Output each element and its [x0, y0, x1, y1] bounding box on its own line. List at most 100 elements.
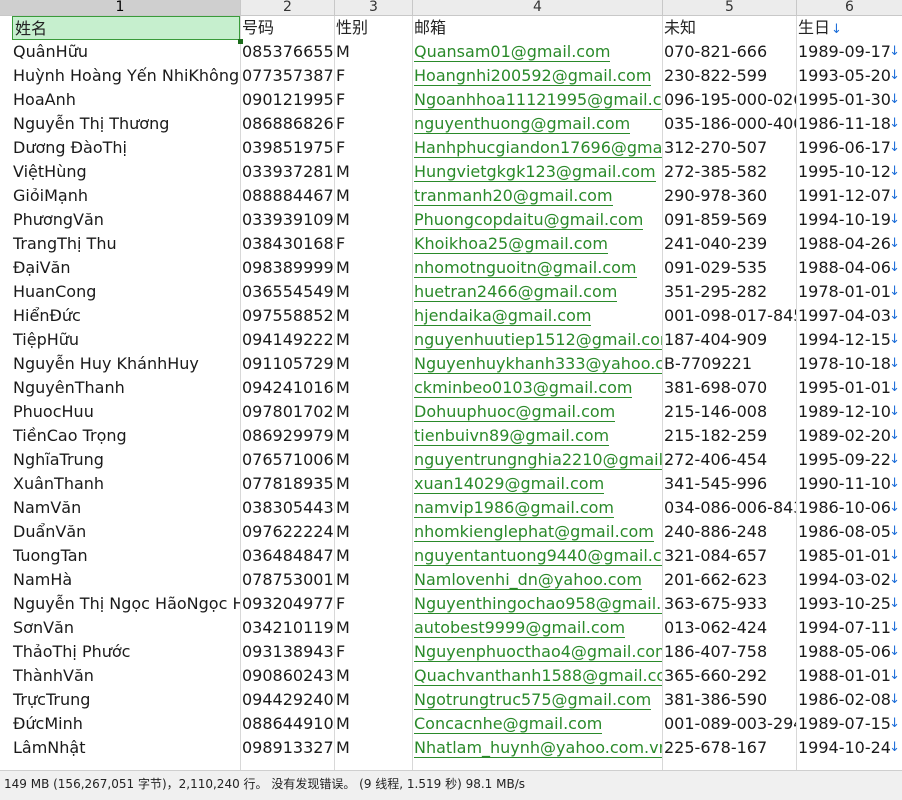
- cell-birthday[interactable]: 1986-08-05 ↓: [797, 520, 902, 544]
- email-link[interactable]: hjendaika@gmail.com: [414, 306, 592, 326]
- cell-email[interactable]: Nhatlam_huynh@yahoo.com.vn: [413, 736, 662, 760]
- cell-gender[interactable]: M: [335, 352, 412, 376]
- cell-gender[interactable]: M: [335, 736, 412, 760]
- cell-name[interactable]: HuanCong: [12, 280, 240, 304]
- cell-email[interactable]: nguyenthuong@gmail.com: [413, 112, 662, 136]
- email-link[interactable]: nguyenhuutiep1512@gmail.com: [414, 330, 662, 350]
- email-link[interactable]: huetran2466@gmail.com: [414, 282, 618, 302]
- header-cell-name[interactable]: 姓名: [12, 16, 240, 40]
- cell-phone[interactable]: 0364848470: [241, 544, 334, 568]
- cell-name[interactable]: NguyênThanh: [12, 376, 240, 400]
- cell-email[interactable]: Hanhphucgiandon17696@gmail.com: [413, 136, 662, 160]
- cell-birthday[interactable]: 1988-01-01 ↓: [797, 664, 902, 688]
- cell-phone[interactable]: 0868868262: [241, 112, 334, 136]
- email-link[interactable]: Hanhphucgiandon17696@gmail.com: [414, 138, 662, 158]
- cell-gender[interactable]: F: [335, 640, 412, 664]
- cell-email[interactable]: hjendaika@gmail.com: [413, 304, 662, 328]
- cell-name[interactable]: NamHà: [12, 568, 240, 592]
- cell-gender[interactable]: M: [335, 328, 412, 352]
- cell-gender[interactable]: M: [335, 496, 412, 520]
- cell-unknown[interactable]: 365-660-292: [663, 664, 796, 688]
- cell-gender[interactable]: M: [335, 208, 412, 232]
- email-link[interactable]: ckminbeo0103@gmail.com: [414, 378, 633, 398]
- column-number-5[interactable]: 5: [663, 0, 797, 15]
- cell-phone[interactable]: 0342101192: [241, 616, 334, 640]
- cell-email[interactable]: Khoikhoa25@gmail.com: [413, 232, 662, 256]
- cell-unknown[interactable]: 096-195-000-026: [663, 88, 796, 112]
- email-link[interactable]: nhomkienglephat@gmail.com: [414, 522, 654, 542]
- email-link[interactable]: Dohuuphuoc@gmail.com: [414, 402, 616, 422]
- column-number-3[interactable]: 3: [335, 0, 413, 15]
- cell-email[interactable]: huetran2466@gmail.com: [413, 280, 662, 304]
- cell-birthday[interactable]: 1997-04-03 ↓: [797, 304, 902, 328]
- cell-phone[interactable]: 0942410160: [241, 376, 334, 400]
- cell-gender[interactable]: M: [335, 256, 412, 280]
- cell-name[interactable]: NamVăn: [12, 496, 240, 520]
- cell-phone[interactable]: 0778189353: [241, 472, 334, 496]
- email-link[interactable]: autobest9999@gmail.com: [414, 618, 626, 638]
- email-link[interactable]: Concacnhe@gmail.com: [414, 714, 603, 734]
- email-link[interactable]: Khoikhoa25@gmail.com: [414, 234, 608, 254]
- email-link[interactable]: Quachvanthanh1588@gmail.com: [414, 666, 662, 686]
- email-link[interactable]: nguyentrungnghia2210@gmail.com: [414, 450, 662, 470]
- fill-handle[interactable]: [238, 39, 243, 44]
- cell-email[interactable]: Ngoanhhoa11121995@gmail.com: [413, 88, 662, 112]
- email-link[interactable]: Namlovenhi_dn@yahoo.com: [414, 570, 642, 590]
- cell-unknown[interactable]: 363-675-933: [663, 592, 796, 616]
- cell-name[interactable]: ĐạiVăn: [12, 256, 240, 280]
- cell-name[interactable]: ThảoThị Phước: [12, 640, 240, 664]
- cell-phone[interactable]: 0787530018: [241, 568, 334, 592]
- cell-birthday[interactable]: 1995-01-01 ↓: [797, 376, 902, 400]
- cell-unknown[interactable]: 240-886-248: [663, 520, 796, 544]
- cell-unknown[interactable]: 187-404-909: [663, 328, 796, 352]
- cell-birthday[interactable]: 1989-07-15 ↓: [797, 712, 902, 736]
- cell-gender[interactable]: M: [335, 568, 412, 592]
- cell-name[interactable]: HiểnĐức: [12, 304, 240, 328]
- cell-phone[interactable]: 0941492228: [241, 328, 334, 352]
- cell-unknown[interactable]: 001-089-003-294: [663, 712, 796, 736]
- column-number-6[interactable]: 6: [797, 0, 902, 15]
- cell-gender[interactable]: M: [335, 544, 412, 568]
- cell-name[interactable]: TuongTan: [12, 544, 240, 568]
- cell-birthday[interactable]: 1993-05-20 ↓: [797, 64, 902, 88]
- csv-grid[interactable]: 1 2 3 4 5 6 姓名 号码 性别 邮箱 未知 生日↓ QuânHữu 08…: [0, 0, 902, 770]
- cell-birthday[interactable]: 1994-10-19 ↓: [797, 208, 902, 232]
- cell-gender[interactable]: M: [335, 160, 412, 184]
- email-link[interactable]: Quansam01@gmail.com: [414, 42, 611, 62]
- cell-name[interactable]: HoaAnh: [12, 88, 240, 112]
- cell-birthday[interactable]: 1989-09-17 ↓: [797, 40, 902, 64]
- cell-birthday[interactable]: 1996-06-17 ↓: [797, 136, 902, 160]
- header-cell-gender[interactable]: 性别: [335, 16, 412, 40]
- cell-unknown[interactable]: 091-859-569: [663, 208, 796, 232]
- cell-gender[interactable]: F: [335, 88, 412, 112]
- cell-phone[interactable]: 0931389436: [241, 640, 334, 664]
- cell-phone[interactable]: 0911057290: [241, 352, 334, 376]
- cell-email[interactable]: Phuongcopdaitu@gmail.com: [413, 208, 662, 232]
- cell-phone[interactable]: 0901219956: [241, 88, 334, 112]
- cell-unknown[interactable]: 034-086-006-843: [663, 496, 796, 520]
- cell-unknown[interactable]: 070-821-666: [663, 40, 796, 64]
- cell-email[interactable]: Hoangnhi200592@gmail.com: [413, 64, 662, 88]
- cell-unknown[interactable]: 001-098-017-845: [663, 304, 796, 328]
- cell-email[interactable]: xuan14029@gmail.com: [413, 472, 662, 496]
- cell-birthday[interactable]: 1989-02-20 ↓: [797, 424, 902, 448]
- column-number-4[interactable]: 4: [413, 0, 663, 15]
- cell-email[interactable]: Hungvietgkgk123@gmail.com: [413, 160, 662, 184]
- cell-unknown[interactable]: 225-678-167: [663, 736, 796, 760]
- cell-email[interactable]: nguyentrungnghia2210@gmail.com: [413, 448, 662, 472]
- cell-phone[interactable]: 0888844677: [241, 184, 334, 208]
- cell-email[interactable]: autobest9999@gmail.com: [413, 616, 662, 640]
- email-link[interactable]: Ngoanhhoa11121995@gmail.com: [414, 90, 662, 110]
- cell-phone[interactable]: 0983899991: [241, 256, 334, 280]
- cell-email[interactable]: Nguyenhuykhanh333@yahoo.com: [413, 352, 662, 376]
- cell-email[interactable]: Concacnhe@gmail.com: [413, 712, 662, 736]
- email-link[interactable]: Nguyenphuocthao4@gmail.com: [414, 642, 662, 662]
- cell-phone[interactable]: 0853766555: [241, 40, 334, 64]
- cell-phone[interactable]: 0932049770: [241, 592, 334, 616]
- cell-birthday[interactable]: 1990-11-10 ↓: [797, 472, 902, 496]
- email-link[interactable]: Nguyenhuykhanh333@yahoo.com: [414, 354, 662, 374]
- cell-phone[interactable]: 0383054438: [241, 496, 334, 520]
- cell-email[interactable]: Quachvanthanh1588@gmail.com: [413, 664, 662, 688]
- cell-gender[interactable]: M: [335, 424, 412, 448]
- cell-name[interactable]: Huỳnh Hoàng Yến NhiKhông: [12, 64, 240, 88]
